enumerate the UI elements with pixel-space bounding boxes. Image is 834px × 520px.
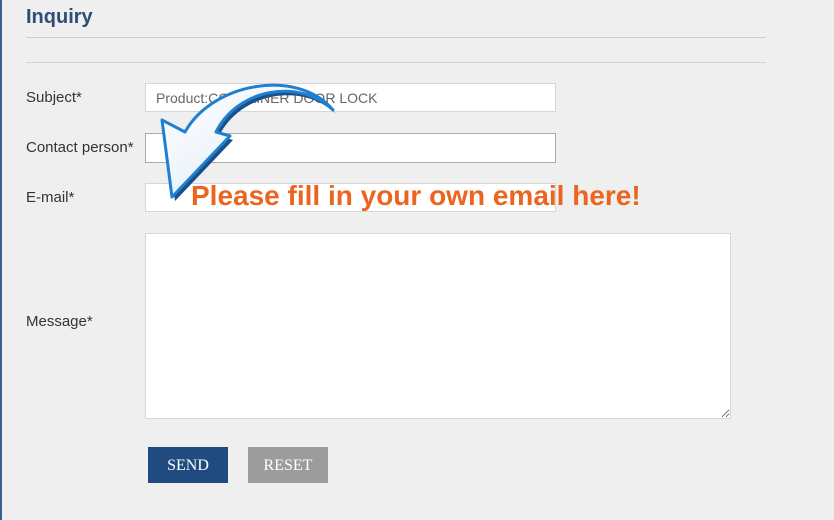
page-title: Inquiry [26,6,93,28]
email-input[interactable] [145,183,556,212]
subject-input[interactable] [145,83,556,112]
email-label: E-mail* [26,189,75,206]
contact-person-input[interactable] [145,133,556,163]
send-button[interactable]: SEND [148,447,228,483]
inquiry-page: Inquiry Subject* Contact person* E-mail*… [0,0,834,520]
subject-label: Subject* [26,89,82,106]
title-divider [26,37,766,38]
message-textarea[interactable] [145,233,731,419]
left-edge-border [0,0,2,520]
form-divider [26,62,766,63]
contact-person-label: Contact person* [26,139,134,156]
reset-button[interactable]: RESET [248,447,328,483]
message-label: Message* [26,313,93,330]
